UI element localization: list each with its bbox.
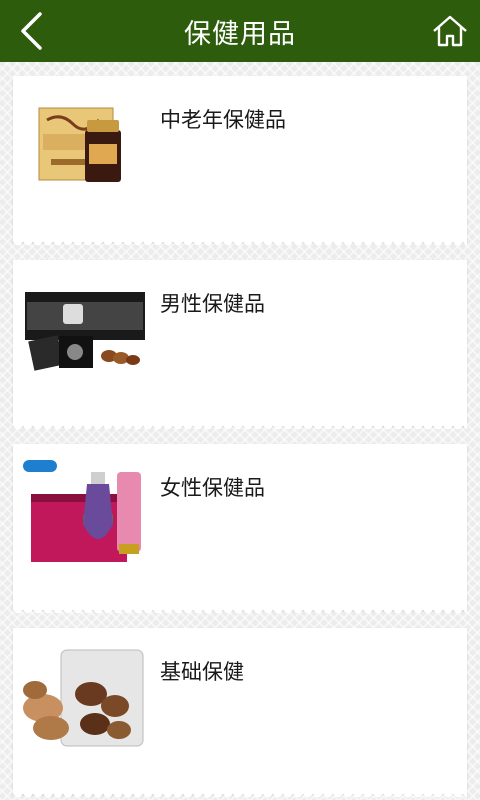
category-card-basic[interactable]: 基础保健 (13, 628, 467, 800)
category-card-male[interactable]: 男性保健品 (13, 260, 467, 432)
back-button[interactable] (8, 6, 54, 56)
page-title: 保健用品 (184, 18, 296, 50)
male-health-product-thumbnail (21, 274, 149, 382)
elderly-health-product-thumbnail (21, 90, 149, 198)
back-chevron-icon (21, 12, 42, 50)
female-health-product-thumbnail (21, 458, 149, 566)
top-bar: 保健用品 (0, 0, 480, 62)
home-icon (433, 15, 467, 47)
category-card-elderly[interactable]: 中老年保健品 (13, 76, 467, 248)
category-label: 中老年保健品 (160, 108, 286, 132)
category-label: 女性保健品 (160, 476, 265, 500)
category-card-female[interactable]: 女性保健品 (13, 444, 467, 616)
category-label: 基础保健 (160, 660, 244, 684)
home-button[interactable] (426, 6, 474, 56)
category-label: 男性保健品 (160, 292, 265, 316)
mushroom-bag-thumbnail (21, 642, 149, 750)
